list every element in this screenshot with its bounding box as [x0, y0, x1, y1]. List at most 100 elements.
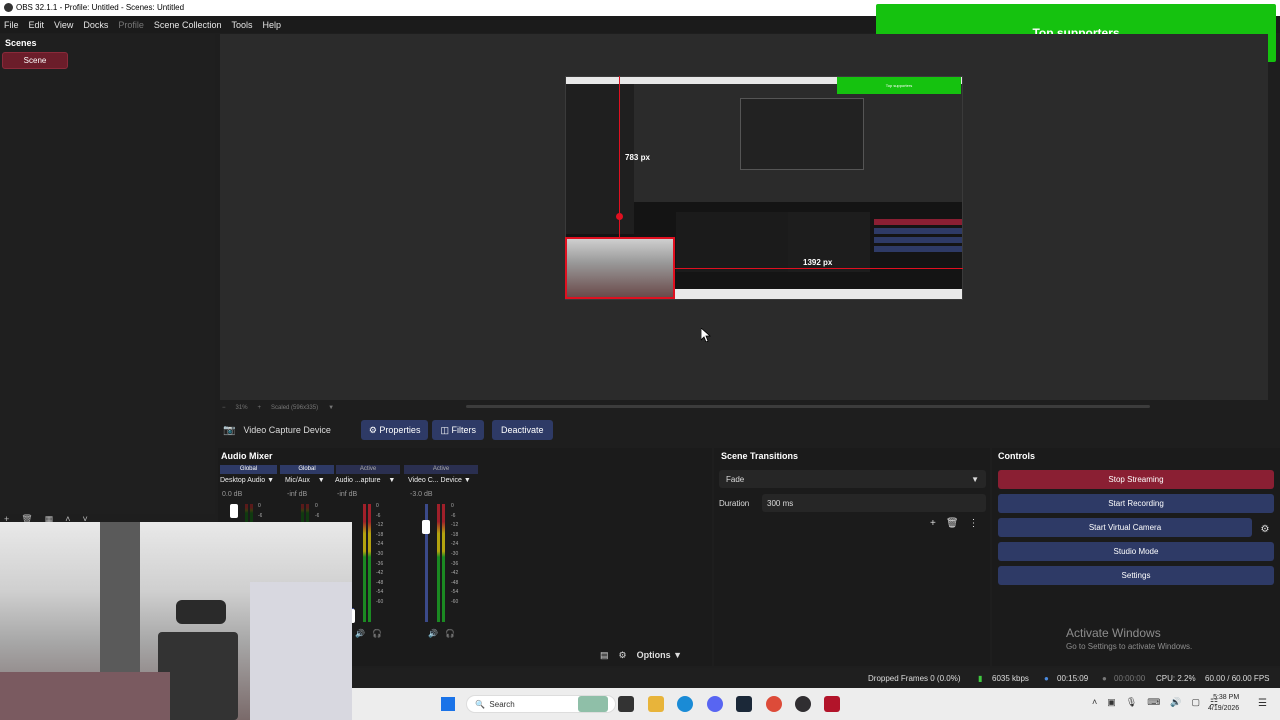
- zoom-dropdown-icon[interactable]: ▼: [328, 405, 334, 411]
- tick-54: -54: [451, 589, 459, 596]
- tick-42: -42: [451, 570, 459, 577]
- options-button[interactable]: Options ▼: [637, 650, 682, 660]
- chrome-icon[interactable]: [766, 696, 782, 712]
- channel-name-audio-label: Audio ...apture: [335, 477, 381, 484]
- fps: 60.00 / 60.00 FPS: [1205, 674, 1270, 683]
- edge-browser-icon[interactable]: [677, 696, 693, 712]
- menu-file[interactable]: File: [4, 20, 19, 30]
- tray-app-icon[interactable]: ▣: [1107, 697, 1116, 708]
- deactivate-button[interactable]: Deactivate: [491, 420, 553, 440]
- settings-button[interactable]: Settings: [998, 566, 1274, 585]
- taskbar-clock[interactable]: 5:38 PM 4/19/2026: [1208, 692, 1239, 714]
- search-icon: 🔍: [475, 699, 490, 709]
- scale-mode[interactable]: Scaled (596x335): [271, 405, 318, 411]
- volume-knob-video[interactable]: [422, 520, 430, 534]
- tick-0: 0: [376, 503, 379, 509]
- microphone-icon[interactable]: 🎙: [1126, 697, 1137, 708]
- windows-start-icon[interactable]: [441, 697, 455, 711]
- channel-name-desktop-label: Desktop Audio: [220, 477, 266, 484]
- menu-profile[interactable]: Profile: [118, 20, 144, 30]
- duration-input[interactable]: 300 ms: [762, 494, 986, 512]
- notification-icon[interactable]: ☰: [1258, 698, 1267, 709]
- properties-button[interactable]: ⚙ Properties: [360, 420, 429, 440]
- tick-36: -36: [451, 560, 459, 567]
- layout-toggle-icon[interactable]: ▤: [600, 650, 609, 661]
- meter-ticks-audio: 0 -6 -12 -18 -24 -30 -36 -42 -48 -54 -60: [376, 502, 383, 608]
- volume-icon[interactable]: 🔊: [1170, 697, 1181, 708]
- widget-icon[interactable]: [578, 696, 608, 712]
- obs-taskbar-icon[interactable]: [795, 696, 811, 712]
- tick-0: 0: [258, 503, 261, 509]
- nested-studio-button: [874, 246, 962, 252]
- transition-menu-icon[interactable]: ⋮: [969, 518, 979, 532]
- channel-name-audio-capture[interactable]: Audio ...apture ▼: [335, 477, 395, 484]
- scene-list-item[interactable]: Scene: [2, 52, 68, 69]
- transition-select[interactable]: Fade ▼: [719, 470, 986, 488]
- bed: [0, 672, 170, 720]
- volume-knob-desktop[interactable]: [230, 504, 238, 518]
- task-view-icon[interactable]: [618, 696, 634, 712]
- tick-36: -36: [376, 560, 384, 567]
- tick-18: -18: [376, 531, 384, 538]
- studio-mode-button[interactable]: Studio Mode: [998, 542, 1274, 561]
- channel-name-mic-label: Mic/Aux: [285, 477, 310, 484]
- menu-scene-collection[interactable]: Scene Collection: [154, 20, 222, 30]
- tray-chevron-icon[interactable]: ˄: [1092, 697, 1097, 708]
- window-frame: [100, 522, 140, 692]
- filters-button[interactable]: ◫ Filters: [432, 420, 484, 440]
- menu-edit[interactable]: Edit: [29, 20, 45, 30]
- taskbar-search-label: Search: [489, 699, 515, 709]
- monitor-headphones-icon[interactable]: 🎧: [445, 629, 455, 638]
- mute-speaker-icon[interactable]: 🔊: [355, 629, 365, 638]
- advanced-audio-icon[interactable]: ⚙: [619, 650, 627, 661]
- tick-12: -12: [376, 522, 384, 529]
- channel-db-audio: -inf dB: [337, 491, 358, 498]
- menu-tools[interactable]: Tools: [231, 20, 252, 30]
- guide-handle[interactable]: [616, 213, 623, 220]
- steam-icon[interactable]: [736, 696, 752, 712]
- adobe-icon[interactable]: [824, 696, 840, 712]
- menu-help[interactable]: Help: [262, 20, 281, 30]
- nested-stop-button: [874, 219, 962, 225]
- start-virtual-camera-button[interactable]: Start Virtual Camera: [998, 518, 1252, 537]
- properties-label: Properties: [379, 425, 421, 435]
- chevron-down-icon: ▼: [463, 477, 471, 484]
- virtual-camera-settings-icon[interactable]: ⚙: [1256, 520, 1274, 539]
- chevron-down-icon: ▼: [267, 477, 275, 484]
- tick-6: -6: [258, 512, 263, 519]
- channel-db-desktop: 0.0 dB: [222, 491, 243, 498]
- nested-vcam-button: [874, 237, 962, 243]
- file-explorer-icon[interactable]: [648, 696, 664, 712]
- monitor-headphones-icon[interactable]: 🎧: [372, 629, 382, 638]
- options-label: Options: [636, 650, 671, 660]
- discord-icon[interactable]: [707, 696, 723, 712]
- volume-meter-audio-r: [368, 504, 371, 622]
- tick-60: -60: [376, 598, 384, 605]
- preview-scrollbar[interactable]: [466, 405, 1150, 408]
- height-distance-label: 783 px: [625, 153, 650, 162]
- tick-60: -60: [451, 598, 459, 605]
- keyboard-icon[interactable]: ⌨: [1147, 697, 1160, 708]
- start-recording-button[interactable]: Start Recording: [998, 494, 1274, 513]
- horizontal-guide-line: [675, 268, 963, 269]
- volume-meter-mic-l: [301, 504, 304, 522]
- menu-view[interactable]: View: [54, 20, 73, 30]
- selected-webcam-source[interactable]: [565, 237, 675, 299]
- channel-name-desktop[interactable]: Desktop Audio ▼: [220, 477, 274, 484]
- source-toolbar: 📷 Video Capture Device ⚙ Properties ◫ Fi…: [218, 420, 1280, 440]
- menu-docks[interactable]: Docks: [83, 20, 108, 30]
- transition-tools: + 🗑 ⋮: [930, 518, 986, 532]
- source-name: Video Capture Device: [243, 425, 331, 435]
- mute-speaker-icon[interactable]: 🔊: [428, 629, 438, 638]
- clock-time: 5:38 PM: [1213, 694, 1240, 701]
- channel-name-mic[interactable]: Mic/Aux ▼: [285, 477, 325, 484]
- display-icon[interactable]: ▢: [1191, 697, 1200, 708]
- audio-mixer-title: Audio Mixer: [221, 451, 273, 461]
- add-transition-icon[interactable]: +: [930, 518, 936, 532]
- zoom-in-icon[interactable]: +: [258, 405, 262, 411]
- channel-name-video-capture[interactable]: Video C... Device ▼: [408, 477, 471, 484]
- stop-streaming-button[interactable]: Stop Streaming: [998, 470, 1274, 489]
- clock-date: 4/19/2026: [1208, 705, 1240, 712]
- zoom-out-icon[interactable]: −: [222, 405, 226, 411]
- remove-transition-icon[interactable]: 🗑: [946, 518, 959, 532]
